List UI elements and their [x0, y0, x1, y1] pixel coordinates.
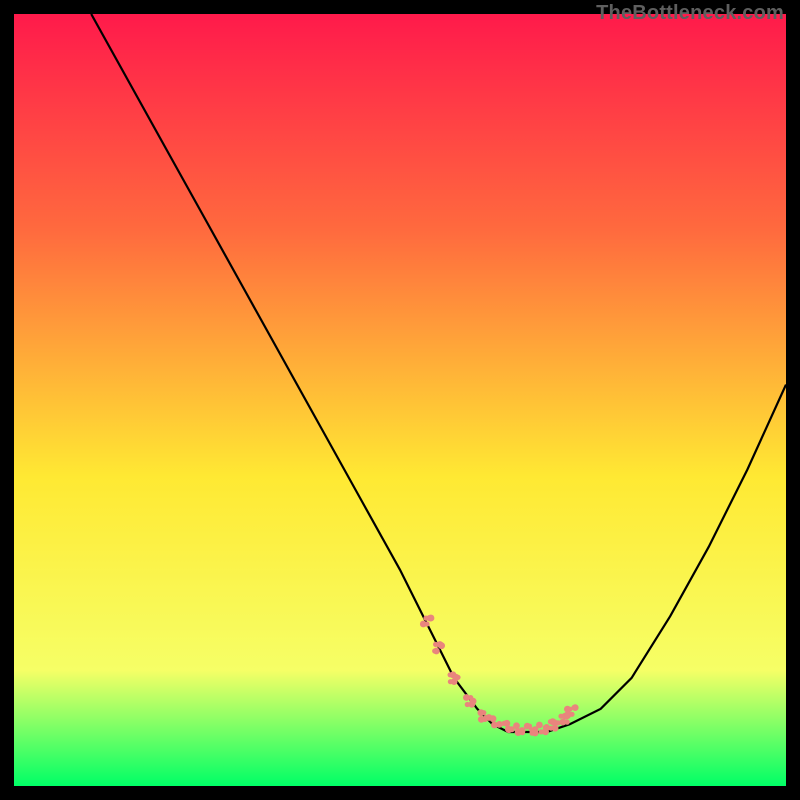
marker-dot [565, 720, 570, 725]
marker-dot [448, 679, 453, 684]
marker-dot [437, 641, 444, 648]
watermark-text: TheBottleneck.com [596, 2, 784, 25]
marker-dot [427, 615, 434, 622]
marker-dot [453, 674, 460, 681]
bottleneck-chart [14, 14, 786, 786]
marker-dot [551, 720, 558, 727]
marker-dot [515, 728, 520, 733]
marker-dot [468, 695, 473, 700]
marker-dot [491, 722, 498, 729]
marker-dot [569, 712, 574, 717]
marker-dot [491, 716, 496, 721]
marker-dot [520, 730, 525, 735]
marker-dot [465, 702, 470, 707]
marker-dot [564, 706, 571, 713]
marker-dot [478, 716, 485, 723]
marker-dot [558, 714, 563, 719]
marker-dot [420, 621, 427, 628]
marker-dot [513, 722, 520, 729]
marker-dot [532, 730, 539, 737]
marker-dot [572, 704, 579, 711]
chart-frame [14, 14, 786, 786]
marker-dot [537, 722, 542, 727]
marker-dot [432, 648, 437, 653]
gradient-background [14, 14, 786, 786]
marker-dot [542, 728, 549, 735]
marker-dot [504, 720, 511, 727]
marker-dot [481, 710, 486, 715]
